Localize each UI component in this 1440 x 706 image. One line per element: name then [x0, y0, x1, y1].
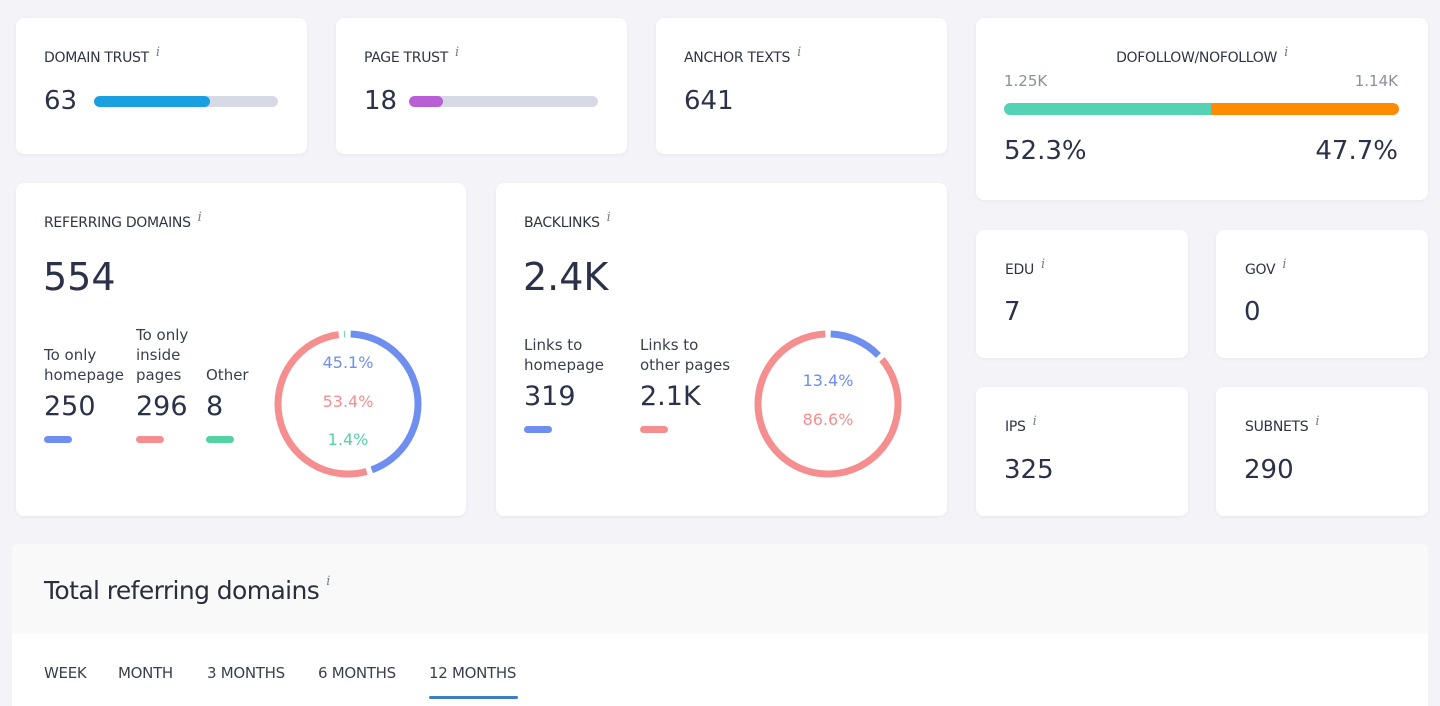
info-icon[interactable]: i: [156, 45, 160, 60]
backlinks-card: BACKLINKS i 2.4K Links to homepage 319 Li…: [496, 183, 947, 516]
legend-value: 2.1K: [640, 381, 701, 412]
nofollow-bar-segment: [1210, 103, 1399, 115]
info-icon[interactable]: i: [1315, 414, 1319, 429]
subnets-card: SUBNETS i 290: [1216, 387, 1428, 516]
backlinks-donut: 13.4% 86.6%: [754, 330, 902, 478]
edu-value: 7: [1004, 297, 1021, 327]
page-trust-bar: [409, 96, 598, 107]
page-trust-label-row: PAGE TRUST i: [364, 45, 459, 66]
page-trust-card: PAGE TRUST i 18: [336, 18, 627, 154]
nofollow-percent: 47.7%: [1315, 136, 1398, 166]
legend-value: 250: [44, 391, 96, 422]
nofollow-count: 1.14K: [1354, 72, 1398, 90]
legend-swatch-red: [136, 436, 164, 443]
legend-swatch-red: [640, 426, 668, 433]
dofollow-nofollow-label-row: DOFOLLOW/NOFOLLOW i: [976, 45, 1428, 66]
referring-domains-label: REFERRING DOMAINS: [44, 215, 191, 231]
tab-week[interactable]: WEEK: [44, 664, 87, 682]
info-icon[interactable]: i: [797, 45, 801, 60]
info-icon[interactable]: i: [1041, 257, 1045, 272]
backlinks-label-row: BACKLINKS i: [524, 210, 611, 231]
dofollow-count: 1.25K: [1004, 72, 1048, 90]
ips-card: IPS i 325: [976, 387, 1188, 516]
legend-other: Other 8: [206, 365, 249, 443]
legend-homepage: To only homepage 250: [44, 345, 124, 443]
domain-trust-card: DOMAIN TRUST i 63: [16, 18, 307, 154]
legend-links-other-pages: Links to other pages 2.1K: [640, 335, 730, 433]
donut-label-homepage: 45.1%: [323, 353, 374, 372]
dofollow-percent: 52.3%: [1004, 136, 1087, 166]
info-icon[interactable]: i: [326, 574, 330, 589]
domain-trust-bar: [94, 96, 278, 107]
tab-month[interactable]: MONTH: [118, 664, 173, 682]
info-icon[interactable]: i: [1033, 414, 1037, 429]
anchor-texts-value: 641: [684, 86, 734, 116]
gov-label: GOV: [1245, 262, 1276, 278]
dofollow-nofollow-bar: [1004, 103, 1399, 115]
anchor-texts-label-row: ANCHOR TEXTS i: [684, 45, 801, 66]
legend-label: Other: [206, 366, 249, 384]
domain-trust-label: DOMAIN TRUST: [44, 50, 149, 66]
info-icon[interactable]: i: [198, 210, 202, 225]
referring-domains-label-row: REFERRING DOMAINS i: [44, 210, 202, 231]
legend-value: 296: [136, 391, 188, 422]
section-header: Total referring domains i: [12, 544, 1428, 634]
domain-trust-label-row: DOMAIN TRUST i: [44, 45, 160, 66]
gov-label-row: GOV i: [1245, 257, 1286, 278]
referring-domains-donut: 45.1% 53.4% 1.4%: [274, 330, 422, 478]
page-trust-bar-fill: [409, 96, 444, 107]
domain-trust-bar-fill: [94, 96, 210, 107]
info-icon[interactable]: i: [1282, 257, 1286, 272]
section-title-row: Total referring domains i: [44, 574, 330, 605]
page-trust-value: 18: [364, 86, 398, 116]
section-title: Total referring domains: [44, 576, 320, 605]
donut-label-inside-pages: 53.4%: [323, 392, 374, 411]
ips-value: 325: [1004, 455, 1054, 485]
referring-domains-value: 554: [43, 255, 116, 299]
legend-label: Links to homepage: [524, 336, 604, 374]
legend-label: To only inside pages: [136, 326, 189, 384]
ips-label: IPS: [1005, 419, 1026, 435]
info-icon[interactable]: i: [1284, 45, 1288, 60]
dofollow-bar-segment: [1004, 103, 1211, 115]
ips-label-row: IPS i: [1005, 414, 1037, 435]
legend-value: 319: [524, 381, 576, 412]
donut-label-other-pages: 86.6%: [803, 410, 854, 429]
tab-12-months[interactable]: 12 MONTHS: [429, 664, 516, 682]
anchor-texts-label: ANCHOR TEXTS: [684, 50, 791, 66]
anchor-texts-card: ANCHOR TEXTS i 641: [656, 18, 947, 154]
info-icon[interactable]: i: [455, 45, 459, 60]
backlinks-value: 2.4K: [523, 255, 609, 299]
info-icon[interactable]: i: [607, 210, 611, 225]
donut-label-other: 1.4%: [328, 430, 369, 449]
legend-swatch-green: [206, 436, 234, 443]
gov-card: GOV i 0: [1216, 230, 1428, 358]
legend-swatch-blue: [44, 436, 72, 443]
backlinks-label: BACKLINKS: [524, 215, 600, 231]
page-trust-label: PAGE TRUST: [364, 50, 448, 66]
donut-label-homepage: 13.4%: [803, 371, 854, 390]
tab-3-months[interactable]: 3 MONTHS: [207, 664, 285, 682]
legend-label: To only homepage: [44, 346, 124, 384]
subnets-value: 290: [1244, 455, 1294, 485]
subnets-label-row: SUBNETS i: [1245, 414, 1320, 435]
referring-domains-card: REFERRING DOMAINS i 554 To only homepage …: [16, 183, 466, 516]
legend-inside-pages: To only inside pages 296: [136, 325, 188, 443]
edu-label: EDU: [1005, 262, 1034, 278]
legend-value: 8: [206, 391, 224, 422]
dofollow-nofollow-card: DOFOLLOW/NOFOLLOW i 1.25K 1.14K 52.3% 47…: [976, 18, 1428, 200]
subnets-label: SUBNETS: [1245, 419, 1309, 435]
legend-links-homepage: Links to homepage 319: [524, 335, 604, 433]
tab-6-months[interactable]: 6 MONTHS: [318, 664, 396, 682]
edu-label-row: EDU i: [1005, 257, 1045, 278]
legend-label: Links to other pages: [640, 336, 731, 374]
domain-trust-value: 63: [44, 86, 78, 116]
dofollow-nofollow-label: DOFOLLOW/NOFOLLOW: [1116, 50, 1278, 66]
active-tab-underline: [429, 696, 518, 699]
edu-card: EDU i 7: [976, 230, 1188, 358]
donut-segment-blue: [830, 330, 881, 358]
legend-swatch-blue: [524, 426, 552, 433]
gov-value: 0: [1244, 297, 1261, 327]
